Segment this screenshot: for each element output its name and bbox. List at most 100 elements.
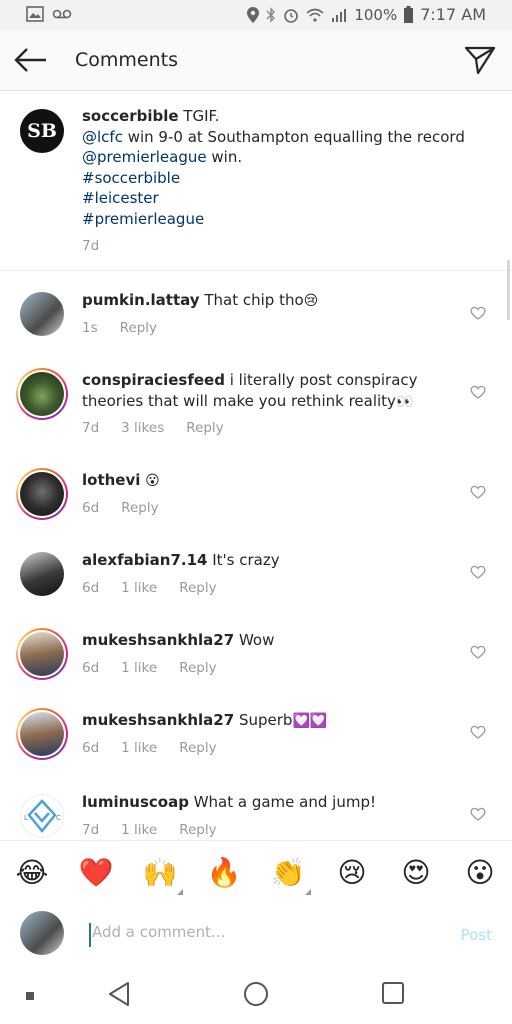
comment-username[interactable]: lothevi: [82, 471, 140, 489]
likes-count[interactable]: 1 like: [121, 740, 157, 756]
emoji-button[interactable]: 😍: [398, 856, 434, 889]
heart-icon[interactable]: [470, 305, 486, 321]
comment-username[interactable]: alexfabian7.14: [82, 551, 207, 569]
svg-text:C: C: [56, 814, 61, 822]
heart-icon[interactable]: [470, 806, 486, 822]
emoji-button[interactable]: 😢: [334, 856, 370, 889]
likes-count[interactable]: 3 likes: [121, 420, 164, 436]
avatar[interactable]: [20, 292, 64, 336]
hashtag-link[interactable]: #premierleague: [82, 210, 204, 228]
mention-link[interactable]: @lcfc: [82, 128, 123, 146]
emoji-quick-bar: 😂 ❤️ 🙌 🔥 👏 😢 😍 😮: [0, 840, 512, 904]
comment-username[interactable]: luminuscoap: [82, 793, 189, 811]
avatar: [20, 632, 64, 676]
variant-indicator-icon: [177, 889, 183, 895]
comment-time: 7d: [82, 420, 100, 436]
emoji-button[interactable]: 👏: [270, 856, 306, 889]
battery-icon: [404, 6, 414, 23]
svg-text:L: L: [24, 814, 28, 822]
comment-text: pumkin.lattay That chip tho😢: [82, 291, 319, 309]
heart-icon[interactable]: [470, 384, 486, 400]
comment-time: 6d: [82, 500, 100, 516]
back-arrow-icon[interactable]: [14, 46, 48, 74]
text-cursor: [89, 923, 91, 947]
comment-item: conspiraciesfeed i literally post conspi…: [0, 368, 512, 450]
caption-username[interactable]: soccerbible: [82, 107, 179, 125]
comment-username[interactable]: pumkin.lattay: [82, 291, 200, 309]
hashtag-link[interactable]: #soccerbible: [82, 169, 180, 187]
hashtag-link[interactable]: #leicester: [82, 189, 159, 207]
home-icon[interactable]: [242, 980, 270, 1008]
status-bar: 100% 7:17 AM: [0, 0, 512, 30]
likes-count[interactable]: 1 like: [121, 580, 157, 596]
reply-button[interactable]: Reply: [179, 740, 216, 756]
voicemail-icon: [52, 9, 72, 19]
comment-input[interactable]: Add a comment...: [88, 923, 422, 947]
heart-icon[interactable]: [470, 644, 486, 660]
variant-indicator-icon: [305, 889, 311, 895]
comment-username[interactable]: mukeshsankhla27: [82, 631, 234, 649]
comment-username[interactable]: conspiraciesfeed: [82, 371, 225, 389]
emoji-button[interactable]: 🙌: [142, 856, 178, 889]
reply-button[interactable]: Reply: [120, 320, 157, 336]
back-icon[interactable]: [106, 980, 132, 1008]
app-header: Comments: [0, 30, 512, 91]
emoji-button[interactable]: 😮: [462, 856, 498, 889]
system-nav-bar: [0, 966, 512, 1024]
comment-text: mukeshsankhla27 Wow: [82, 631, 275, 649]
brand-logo-icon: LC: [24, 799, 61, 833]
post-caption: SB soccerbible TGIF. @lcfc win 9-0 at So…: [0, 90, 512, 271]
comment-item: lothevi 😮 6d Reply: [0, 468, 512, 550]
recents-icon[interactable]: [380, 980, 406, 1006]
reply-button[interactable]: Reply: [186, 420, 223, 436]
reply-button[interactable]: Reply: [179, 822, 216, 838]
likes-count[interactable]: 1 like: [121, 822, 157, 838]
comment-item: LC luminuscoap What a game and jump! 7d 1…: [0, 792, 512, 840]
avatar[interactable]: [20, 552, 64, 596]
comment-text: luminuscoap What a game and jump!: [82, 793, 376, 811]
mention-link[interactable]: @premierleague: [82, 148, 207, 166]
menu-dot-icon[interactable]: [26, 992, 34, 1000]
reply-button[interactable]: Reply: [179, 580, 216, 596]
signal-icon: [332, 8, 347, 22]
avatar: [20, 372, 64, 416]
page-title: Comments: [75, 49, 178, 71]
alarm-icon: [284, 8, 299, 23]
comment-item: mukeshsankhla27 Superb💟💟 6d 1 like Reply: [0, 708, 512, 790]
comment-composer: Add a comment... Post: [0, 903, 512, 965]
emoji-button[interactable]: 🔥: [206, 856, 242, 889]
emoji-button[interactable]: 😂: [14, 856, 50, 889]
avatar[interactable]: LC: [20, 794, 64, 838]
heart-icon[interactable]: [470, 724, 486, 740]
story-ring[interactable]: [16, 468, 68, 520]
comment-username[interactable]: mukeshsankhla27: [82, 711, 234, 729]
comment-text: lothevi 😮: [82, 471, 160, 489]
wifi-icon: [306, 8, 324, 22]
clock: 7:17 AM: [420, 5, 486, 24]
comment-item: mukeshsankhla27 Wow 6d 1 like Reply: [0, 628, 512, 710]
comment-item: pumkin.lattay That chip tho😢 1s Reply: [0, 290, 512, 370]
avatar: [20, 911, 64, 955]
caption-text: soccerbible TGIF. @lcfc win 9-0 at South…: [82, 107, 465, 254]
story-ring[interactable]: [16, 628, 68, 680]
reply-button[interactable]: Reply: [121, 500, 158, 516]
comment-time: 6d: [82, 580, 100, 596]
comment-time: 6d: [82, 660, 100, 676]
story-ring[interactable]: [16, 368, 68, 420]
reply-button[interactable]: Reply: [179, 660, 216, 676]
emoji-button[interactable]: ❤️: [78, 856, 114, 889]
gallery-icon: [26, 6, 44, 22]
post-button[interactable]: Post: [461, 926, 492, 944]
location-icon: [247, 6, 260, 23]
heart-icon[interactable]: [470, 564, 486, 580]
likes-count[interactable]: 1 like: [121, 660, 157, 676]
comment-time: 7d: [82, 822, 100, 838]
comment-text: conspiraciesfeed i literally post conspi…: [82, 371, 418, 410]
comment-text: alexfabian7.14 It's crazy: [82, 551, 280, 569]
scrollbar[interactable]: [507, 260, 510, 320]
bluetooth-icon: [266, 6, 276, 23]
story-ring[interactable]: [16, 708, 68, 760]
avatar[interactable]: SB: [20, 109, 64, 153]
direct-send-icon[interactable]: [464, 45, 496, 75]
heart-icon[interactable]: [470, 484, 486, 500]
